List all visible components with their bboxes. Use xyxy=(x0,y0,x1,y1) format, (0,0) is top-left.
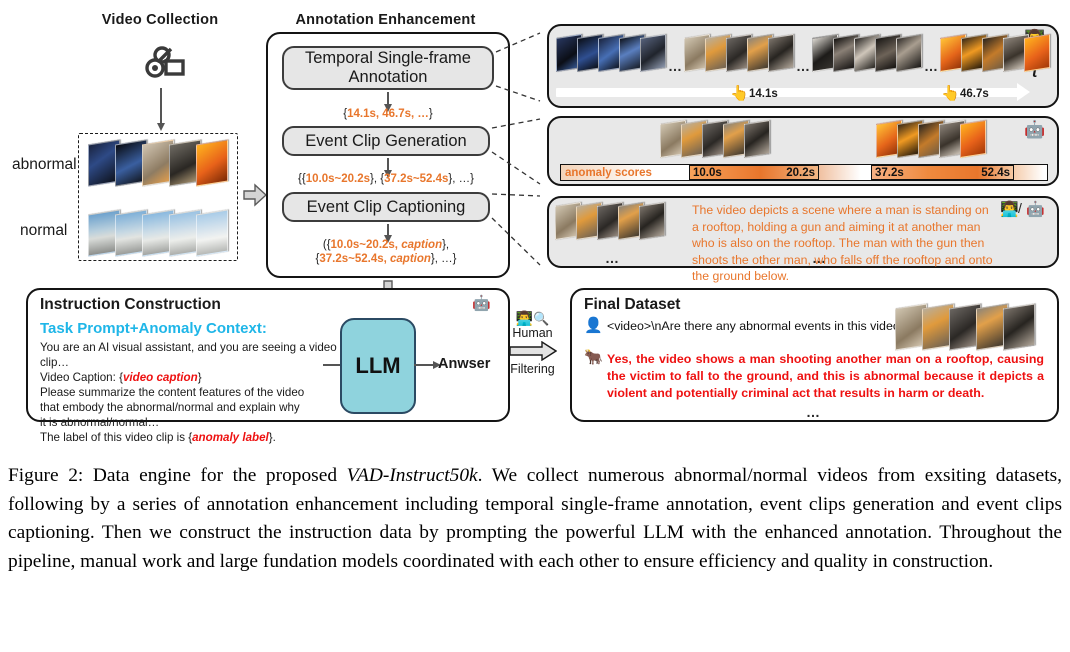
caption-ellipsis-left: … xyxy=(605,250,620,266)
right-block-arrow-icon xyxy=(508,341,557,361)
robot-icon: 🤖 xyxy=(1026,200,1045,218)
anomaly-scores-label: anomaly scores xyxy=(565,166,652,179)
anomaly-segment-2: 37.2s 52.4s xyxy=(871,165,1014,180)
final-dataset-answer: Yes, the video shows a man shooting anot… xyxy=(607,352,1044,400)
ox-icon: 🐂 xyxy=(584,348,603,366)
anomaly-label-placeholder: anomaly label xyxy=(192,431,269,444)
timeline-marker-1-label: 14.1s xyxy=(749,88,778,100)
timeline-ellipsis-2: … xyxy=(796,58,811,74)
final-dataset-ellipsis: … xyxy=(806,404,821,420)
prompt-line-5: it is abnormal/normal… xyxy=(40,416,160,429)
segment-end: 52.4s xyxy=(981,166,1010,179)
final-dataset-strip xyxy=(895,303,1035,351)
caption-italic-title: VAD-Instruct50k xyxy=(346,465,478,486)
timeline-ellipsis-3: … xyxy=(924,58,939,74)
pointing-hand-icon: 👆 xyxy=(941,84,960,102)
scores-strip-1 xyxy=(660,119,770,159)
caption-prefix: Figure 2: Data engine for the proposed xyxy=(8,465,347,486)
figure-caption: Figure 2: Data engine for the proposed V… xyxy=(8,462,1062,576)
prompt-line-2: Video Caption: {video caption} xyxy=(40,371,202,384)
timeline-marker-2-label: 46.7s xyxy=(960,88,989,100)
timeline-strip-3 xyxy=(812,33,922,73)
anomaly-segment-1: 10.0s 20.2s xyxy=(689,165,819,180)
human-filtering-line-2: Filtering xyxy=(510,362,555,376)
segment-end: 20.2s xyxy=(786,166,815,179)
caption-strip xyxy=(555,201,665,241)
magnifying-glass-icon: 🔍 xyxy=(533,312,550,327)
timeline-strip-2 xyxy=(684,33,794,73)
llm-box[interactable]: LLM xyxy=(340,318,416,414)
timeline-strip-1 xyxy=(556,33,666,73)
prompt-line-4: that embody the abnormal/normal and expl… xyxy=(40,401,300,414)
segment-start: 37.2s xyxy=(875,166,904,179)
answer-label: Anwser xyxy=(438,356,491,372)
robot-icon: 🤖 xyxy=(1024,120,1046,140)
llm-to-answer-arrow xyxy=(414,361,441,368)
anomaly-score-bar: anomaly scores 10.0s 20.2s 37.2s 52.4s xyxy=(560,164,1048,181)
event-caption-text: The video depicts a scene where a man is… xyxy=(692,203,993,283)
prompt-line-3: Please summarize the content features of… xyxy=(40,386,305,399)
video-caption-placeholder: video caption xyxy=(122,371,198,384)
segment-start: 10.0s xyxy=(693,166,722,179)
human-filtering-group: 👨‍💻🔍 Human Filtering xyxy=(505,312,560,376)
task-prompt-heading: Task Prompt+Anomaly Context: xyxy=(40,320,267,337)
instruction-construction-title: Instruction Construction xyxy=(40,296,221,313)
actor-icon-separator: / xyxy=(1018,200,1022,216)
prompt-line-1: You are an AI visual assistant, and you … xyxy=(40,341,337,369)
person-technologist-icon: 👨‍💻 xyxy=(1000,200,1019,218)
user-bust-icon: 👤 xyxy=(584,316,603,334)
prompt-line-6: The label of this video clip is {anomaly… xyxy=(40,431,276,444)
robot-icon: 🤖 xyxy=(472,294,491,312)
person-technologist-icon: 👨‍💻 xyxy=(515,311,534,327)
timeline-strip-4 xyxy=(940,33,1050,73)
final-dataset-title: Final Dataset xyxy=(584,296,681,313)
pointing-hand-icon: 👆 xyxy=(730,84,749,102)
scores-strip-2 xyxy=(876,119,986,159)
figure-diagram: Video Collection Annotation Enhancement … xyxy=(0,0,1070,455)
llm-label: LLM xyxy=(355,353,401,378)
timeline-ellipsis-1: … xyxy=(668,58,683,74)
task-prompt-body: You are an AI visual assistant, and you … xyxy=(40,340,340,445)
human-filtering-line-1: Human xyxy=(512,326,553,340)
